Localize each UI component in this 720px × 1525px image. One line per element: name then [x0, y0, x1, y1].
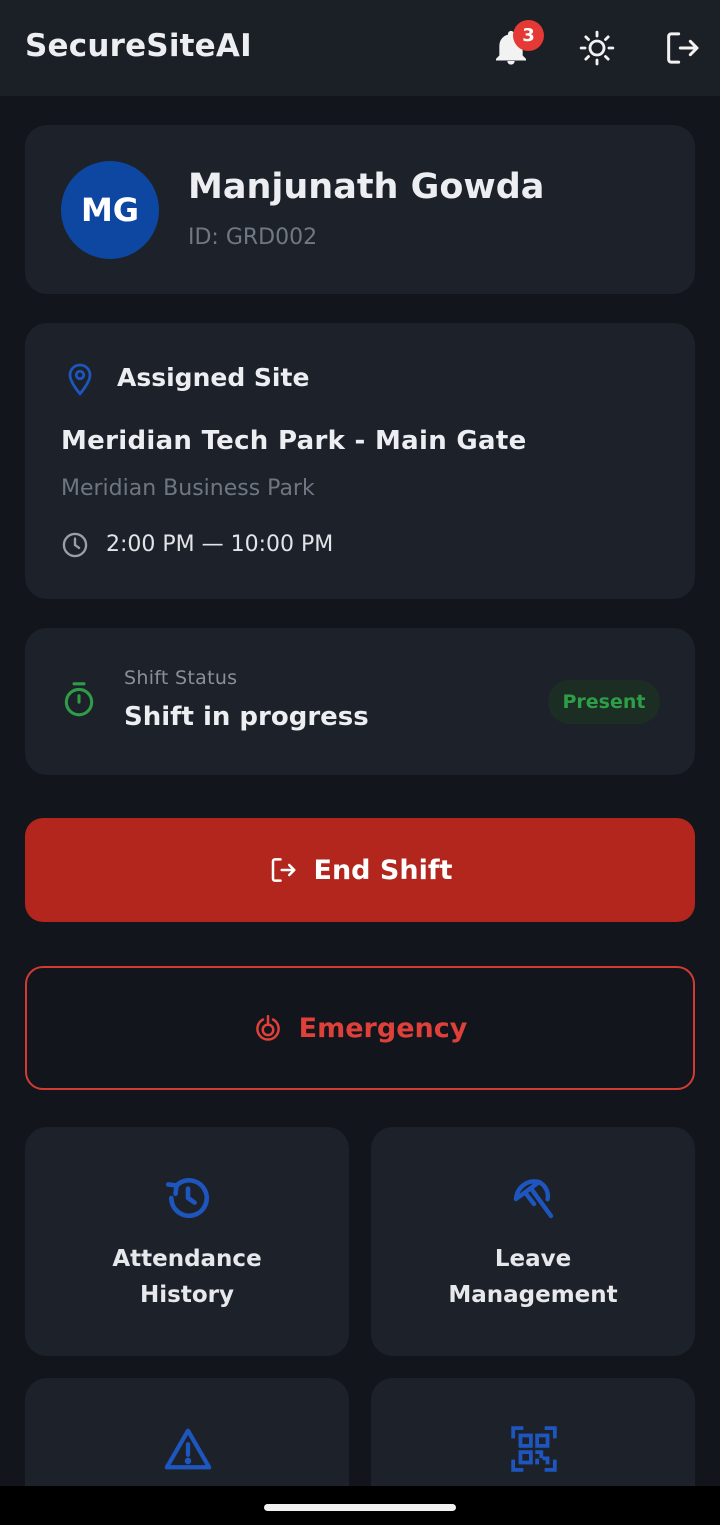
emergency-label: Emergency [298, 1012, 468, 1044]
tile-label: Attendance History [25, 1241, 349, 1313]
notification-badge: 3 [513, 20, 544, 51]
shift-status-card: Shift Status Shift in progress Present [25, 628, 695, 775]
leave-management-tile[interactable]: Leave Management [371, 1127, 695, 1356]
sun-icon [579, 30, 615, 66]
app-bar: SecureSiteAI 3 [0, 0, 720, 96]
emergency-button[interactable]: Emergency [25, 966, 695, 1090]
shift-status-text: Shift in progress [124, 702, 369, 732]
qr-code-icon [511, 1426, 557, 1472]
profile-card: MG Manjunath Gowda ID: GRD002 [25, 125, 695, 294]
tile-label-line: Attendance [112, 1246, 262, 1272]
home-indicator[interactable] [264, 1504, 456, 1511]
end-shift-label: End Shift [313, 854, 453, 886]
site-location: Meridian Business Park [61, 476, 315, 501]
user-name: Manjunath Gowda [188, 167, 545, 207]
shift-status-label: Shift Status [124, 667, 238, 689]
tile-label-line: Leave [494, 1246, 572, 1272]
system-navigation-bar [0, 1486, 720, 1525]
emergency-icon [255, 1014, 280, 1041]
attendance-history-tile[interactable]: Attendance History [25, 1127, 349, 1356]
tile-label: Leave Management [371, 1241, 695, 1313]
assigned-site-card: Assigned Site Meridian Tech Park - Main … [25, 323, 695, 599]
theme-toggle-button[interactable] [575, 26, 619, 70]
beach-umbrella-icon [513, 1179, 554, 1219]
status-badge: Present [548, 680, 660, 724]
app-title: SecureSiteAI [25, 28, 252, 64]
tile-label-line: Management [448, 1282, 618, 1308]
site-name: Meridian Tech Park - Main Gate [61, 426, 527, 456]
tile-label-line: History [140, 1282, 234, 1308]
logout-icon [667, 32, 699, 64]
user-id: ID: GRD002 [188, 225, 318, 250]
location-pin-icon [68, 363, 92, 396]
logout-button[interactable] [660, 26, 704, 70]
shift-time: 2:00 PM — 10:00 PM [106, 532, 334, 557]
history-icon [165, 1178, 210, 1219]
timer-icon [64, 682, 94, 717]
end-shift-button[interactable]: End Shift [25, 818, 695, 922]
clock-icon [62, 532, 88, 558]
avatar: MG [61, 161, 159, 259]
site-section-title: Assigned Site [117, 363, 310, 392]
warning-icon [164, 1428, 212, 1470]
exit-icon [271, 858, 296, 882]
